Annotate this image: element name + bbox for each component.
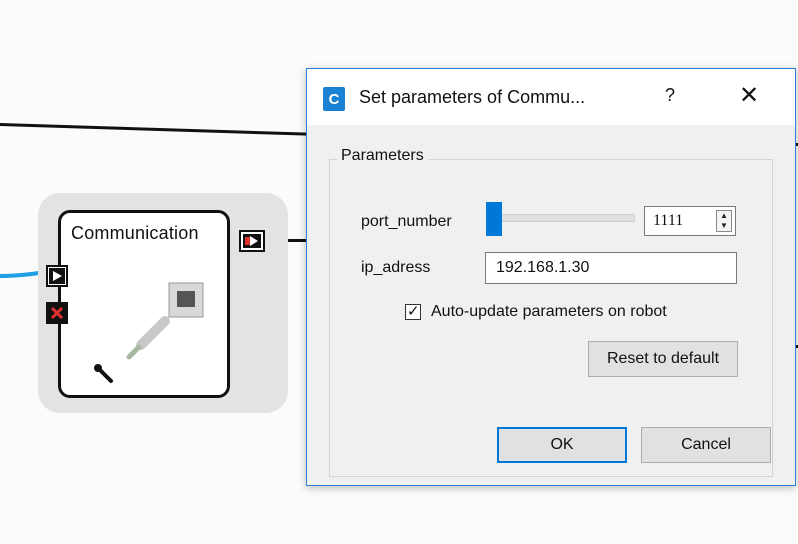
play-triangle-icon: [49, 268, 65, 284]
block-title: Communication: [71, 223, 199, 243]
dialog-titlebar[interactable]: C Set parameters of Commu... ? ✕: [307, 69, 795, 125]
cancel-button[interactable]: Cancel: [641, 427, 771, 463]
app-icon: C: [323, 87, 345, 111]
spin-up-icon[interactable]: ▲: [719, 211, 729, 220]
reset-to-default-button[interactable]: Reset to default: [588, 341, 738, 377]
input-port-stop[interactable]: [46, 302, 68, 324]
port-number-value: 1111: [653, 212, 684, 229]
port-number-slider-track[interactable]: [487, 214, 635, 222]
close-button[interactable]: ✕: [739, 81, 759, 110]
ip-adress-value: 192.168.1.30: [496, 259, 590, 276]
stop-x-icon: [50, 306, 64, 320]
port-number-spinbox[interactable]: 1111 ▲ ▼: [644, 206, 736, 236]
checkmark-icon: ✓: [407, 303, 420, 320]
port-number-slider-thumb[interactable]: [486, 202, 502, 236]
port-number-label: port_number: [361, 213, 452, 230]
output-port[interactable]: [239, 230, 265, 252]
ip-adress-label: ip_adress: [361, 259, 431, 276]
auto-update-checkbox[interactable]: ✓: [405, 303, 421, 320]
input-port-start[interactable]: [46, 265, 68, 287]
spin-down-icon[interactable]: ▼: [719, 221, 729, 230]
spinbox-buttons[interactable]: ▲ ▼: [716, 210, 732, 232]
ip-adress-input[interactable]: 192.168.1.30: [485, 252, 737, 284]
output-port-icon: [243, 234, 261, 248]
parameters-group-label: Parameters: [337, 147, 428, 165]
dialog-title: Set parameters of Commu...: [359, 87, 586, 107]
ok-button[interactable]: OK: [497, 427, 627, 463]
help-button[interactable]: ?: [665, 85, 675, 106]
connection-wire-top: [0, 123, 312, 136]
communication-block[interactable]: Communication: [58, 210, 230, 398]
set-parameters-dialog: C Set parameters of Commu... ? ✕ Paramet…: [306, 68, 796, 486]
wrench-icon: [94, 364, 113, 383]
ethernet-cable-icon: [126, 282, 204, 360]
auto-update-label[interactable]: Auto-update parameters on robot: [431, 303, 667, 321]
